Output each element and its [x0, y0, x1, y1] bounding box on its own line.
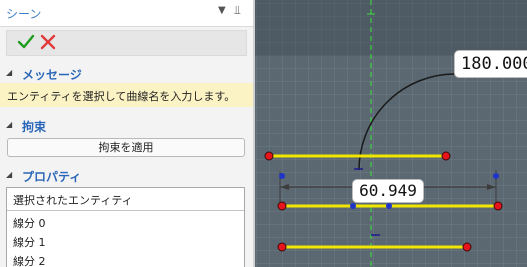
sketch-canvas[interactable]	[255, 0, 527, 267]
control-point[interactable]	[279, 173, 285, 179]
constraint-section-header[interactable]: ◢ 拘束	[6, 118, 246, 134]
list-header-label: 選択されたエンティティ	[13, 194, 133, 207]
action-toolbar	[6, 30, 247, 56]
list-item[interactable]: 線分 0	[13, 215, 46, 231]
collapse-triangle-icon: ◢	[6, 170, 13, 179]
message-section-label: メッセージ	[22, 68, 82, 82]
endpoint[interactable]	[493, 201, 503, 211]
endpoint[interactable]	[462, 242, 472, 252]
list-item[interactable]: 線分 1	[13, 234, 46, 250]
collapse-triangle-icon: ◢	[6, 120, 13, 129]
endpoint[interactable]	[264, 151, 274, 161]
message-section-header[interactable]: ◢ メッセージ	[6, 66, 246, 82]
endpoint[interactable]	[441, 151, 451, 161]
collapse-triangle-icon: ◢	[6, 68, 13, 77]
close-icon	[40, 34, 56, 50]
scene-panel: シーン ▼ ⫫ ◢ メッセージ エンティティを選択して曲線名を入力します。 ◢ …	[0, 0, 253, 267]
sketch-viewport[interactable]: 180.000 60.949	[255, 0, 527, 267]
constraint-section-label: 拘束	[22, 120, 47, 134]
checkmark-icon	[17, 34, 35, 49]
list-header: 選択されたエンティティ	[7, 188, 244, 211]
grid-top	[255, 0, 527, 56]
panel-title: シーン	[6, 7, 42, 21]
angle-dimension-label[interactable]: 180.000	[454, 50, 527, 78]
dropdown-arrow-icon[interactable]: ▼	[218, 5, 226, 16]
apply-constraint-button[interactable]: 拘束を適用	[7, 138, 245, 157]
control-point[interactable]	[386, 203, 392, 209]
cancel-button[interactable]	[39, 33, 57, 51]
properties-section-label: プロパティ	[22, 170, 82, 184]
length-dimension-label[interactable]: 60.949	[352, 179, 424, 203]
message-text: エンティティを選択して曲線名を入力します。	[7, 90, 236, 103]
properties-section-header[interactable]: ◢ プロパティ	[6, 168, 246, 184]
grid	[255, 56, 527, 267]
list-item[interactable]: 線分 2	[13, 253, 46, 267]
message-box: エンティティを選択して曲線名を入力します。	[0, 83, 253, 107]
endpoint[interactable]	[277, 201, 287, 211]
control-point[interactable]	[493, 173, 499, 179]
panel-titlebar: シーン ▼ ⫫	[0, 0, 253, 27]
control-point[interactable]	[350, 203, 356, 209]
pin-icon[interactable]: ⫫	[234, 3, 241, 18]
endpoint[interactable]	[277, 242, 287, 252]
selected-entities-list: 選択されたエンティティ 線分 0 線分 1 線分 2	[6, 187, 245, 267]
ok-button[interactable]	[17, 33, 35, 51]
